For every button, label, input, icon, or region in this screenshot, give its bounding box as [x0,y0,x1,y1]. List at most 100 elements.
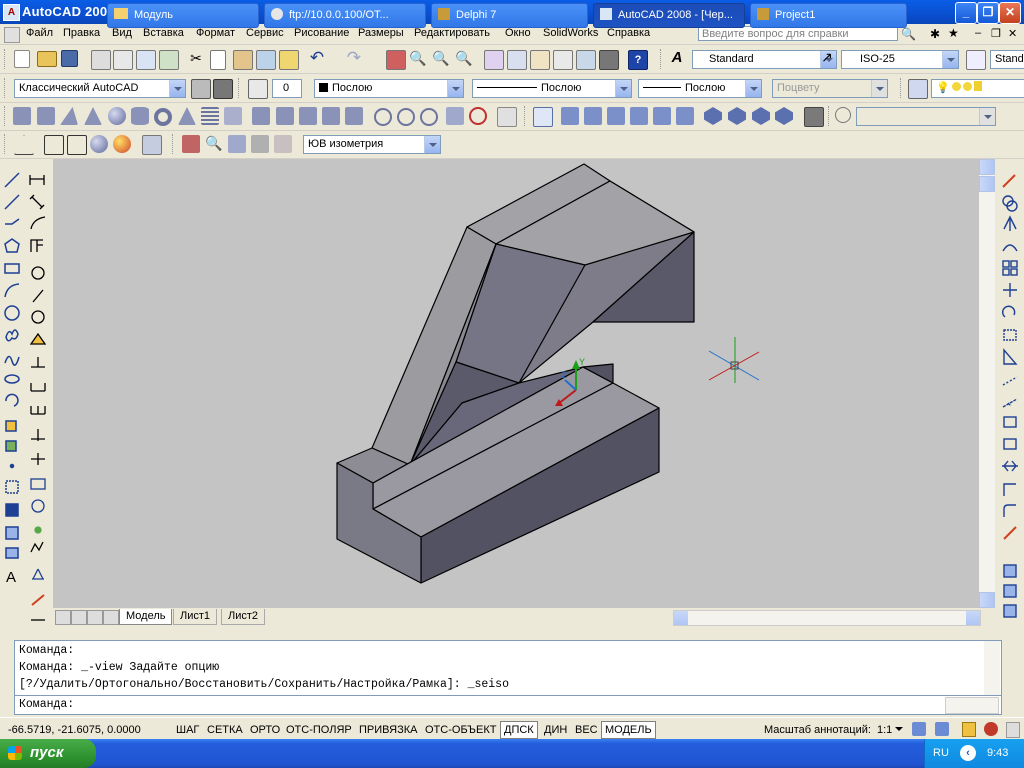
bottom-view-icon[interactable] [584,107,602,125]
command-scrollbar[interactable] [984,641,1000,696]
pyramid-icon[interactable] [178,107,196,125]
help-icon[interactable]: ? [628,50,648,70]
annotation-scale-dropdown-icon[interactable] [895,727,903,731]
text-style-icon[interactable]: A [668,49,686,67]
menu-dimension[interactable]: Размеры [358,27,404,39]
tab-layout2[interactable]: Лист2 [221,609,266,625]
calculator-icon[interactable] [599,50,619,70]
tab-model[interactable]: Модель [119,609,173,625]
helix-icon[interactable] [201,107,219,125]
command-line-input[interactable]: Команда: [14,695,1002,715]
open-folder-icon[interactable] [37,51,57,67]
toolbar-grip[interactable] [238,78,242,98]
union-icon[interactable] [374,108,392,126]
pan-realtime-icon[interactable] [386,50,406,70]
intersect-icon[interactable] [420,108,438,126]
toolbar-grip[interactable] [4,78,8,98]
tab-last-button[interactable] [103,610,119,625]
snap-toggle[interactable]: ШАГ [172,721,203,739]
menu-help[interactable]: Справка [607,27,650,39]
help-search-icon[interactable]: 🔍 [901,27,916,41]
3d-move-icon[interactable] [446,107,464,125]
3d-rotate-icon[interactable] [469,107,487,125]
menu-insert[interactable]: Вставка [143,27,184,39]
tab-first-button[interactable] [55,610,71,625]
plot-preview-icon[interactable] [113,50,133,70]
torus-icon[interactable] [154,108,172,126]
view-select[interactable]: ЮВ изометрия [303,135,441,154]
toolbar-grip[interactable] [4,49,8,69]
wedge-icon[interactable] [60,107,78,125]
doc-minimize-button[interactable]: – [975,27,981,39]
sheet-set-icon[interactable] [553,50,573,70]
document-icon[interactable] [4,27,20,43]
vertical-scrollbar[interactable] [979,159,995,608]
layer-previous-icon[interactable] [835,107,851,123]
toolbar-grip[interactable] [4,106,8,126]
ucs-icon[interactable] [14,135,34,155]
zoom-window-icon[interactable]: 🔍 [432,50,450,68]
coordinates-readout[interactable]: -66.5719, -21.6075, 0.0000 [4,721,145,739]
annotation-visibility-icon[interactable] [912,722,926,736]
lineweight-select[interactable]: Послою [638,79,762,98]
scroll-thumb[interactable] [979,176,995,192]
autocad-app-icon[interactable]: A [3,4,20,21]
help-search-input[interactable]: Введите вопрос для справки [698,26,898,41]
menu-view[interactable]: Вид [112,27,132,39]
menu-tools[interactable]: Сервис [246,27,284,39]
toolbar-grip[interactable] [828,106,832,126]
text-style-select[interactable]: Standard [692,50,837,69]
toolbar-lock-icon[interactable] [962,722,976,737]
toolbar-grip[interactable] [900,78,904,98]
lwt-toggle[interactable]: ВЕС [571,721,602,739]
copy-icon[interactable] [210,50,226,70]
menu-solidworks[interactable]: SolidWorks [543,27,598,39]
polysolid-icon[interactable] [13,107,31,125]
named-views-icon[interactable] [533,107,553,127]
tool-palettes-icon[interactable] [530,50,550,70]
3d-orbit-icon[interactable] [228,135,246,153]
nw-iso-icon[interactable] [775,107,793,125]
right-view-icon[interactable] [630,107,648,125]
model-toggle[interactable]: МОДЕЛЬ [601,721,656,739]
color-select[interactable]: Послою [314,79,464,98]
auto-scale-icon[interactable] [935,722,949,736]
ne-iso-icon[interactable] [752,107,770,125]
communication-icon[interactable] [984,722,998,736]
top-view-icon[interactable] [561,107,579,125]
box-icon[interactable] [37,107,55,125]
toolbar-grip[interactable] [660,49,664,69]
hidden-visual-style-icon[interactable] [67,135,87,155]
subtract-icon[interactable] [397,108,415,126]
extrude-icon[interactable] [252,107,270,125]
new-file-icon[interactable] [14,50,30,68]
favorites-star-icon[interactable]: ★ [948,26,959,40]
task-delphi[interactable]: Delphi 7 [431,3,588,28]
zoom-previous-icon[interactable]: 🔍 [455,50,473,68]
workspace-settings-icon[interactable] [191,79,211,99]
scroll-left-button[interactable] [674,611,688,625]
left-view-icon[interactable] [607,107,625,125]
camera-icon[interactable] [804,107,824,127]
grid-toggle[interactable]: СЕТКА [203,721,247,739]
save-disk-icon[interactable] [61,50,78,67]
cylinder-icon[interactable] [131,107,149,125]
sphere-icon[interactable] [108,107,126,125]
ortho-toggle[interactable]: ОРТО [246,721,284,739]
linetype-select[interactable]: Послою [472,79,632,98]
menu-file[interactable]: Файл [26,27,53,39]
task-folder-modul[interactable]: Модуль [107,3,259,28]
undo-icon[interactable]: ↶ [308,48,326,67]
menu-format[interactable]: Формат [196,27,235,39]
osnap-toggle[interactable]: ПРИВЯЗКА [355,721,421,739]
cut-scissors-icon[interactable]: ✂ [187,50,205,68]
front-view-icon[interactable] [653,107,671,125]
scroll-right-button[interactable] [966,611,980,625]
dim-style-select[interactable]: ISO-25 [841,50,959,69]
loft-icon[interactable] [345,107,363,125]
task-autocad[interactable]: AutoCAD 2008 - [Чер... [593,3,745,28]
ducs-toggle[interactable]: ДПСК [500,721,538,739]
tab-next-button[interactable] [87,610,103,625]
3d-align-icon[interactable] [497,107,517,127]
menu-edit[interactable]: Правка [63,27,100,39]
